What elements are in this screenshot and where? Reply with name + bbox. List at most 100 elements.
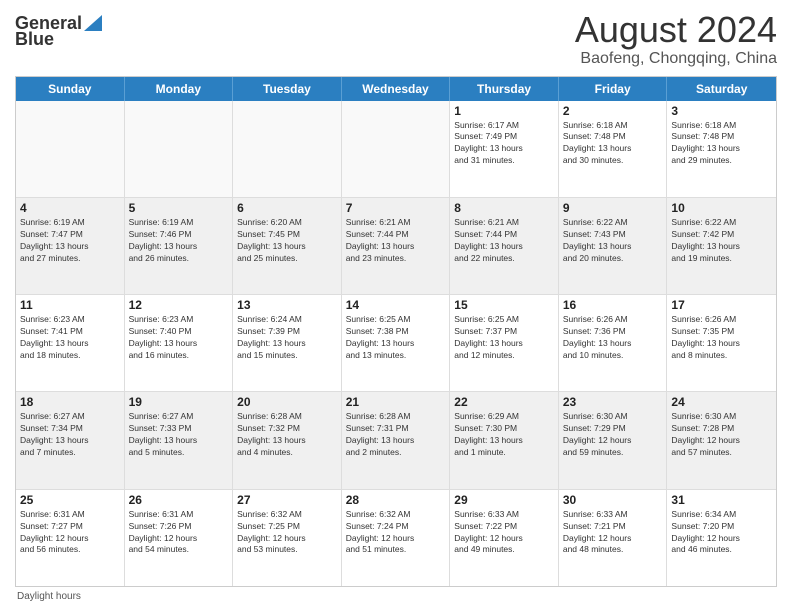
day-number: 17 (671, 298, 772, 312)
day-number: 29 (454, 493, 554, 507)
week-row-2: 4 Sunrise: 6:19 AMSunset: 7:47 PMDaylight… (16, 198, 776, 295)
day-cell-28: 28 Sunrise: 6:32 AMSunset: 7:24 PMDayligh… (342, 490, 451, 586)
calendar: SundayMondayTuesdayWednesdayThursdayFrid… (15, 76, 777, 587)
day-cell-2: 2 Sunrise: 6:18 AMSunset: 7:48 PMDaylight… (559, 101, 668, 197)
day-info: Sunrise: 6:33 AMSunset: 7:21 PMDaylight:… (563, 509, 663, 557)
empty-cell (16, 101, 125, 197)
day-cell-4: 4 Sunrise: 6:19 AMSunset: 7:47 PMDaylight… (16, 198, 125, 294)
day-cell-25: 25 Sunrise: 6:31 AMSunset: 7:27 PMDayligh… (16, 490, 125, 586)
day-cell-24: 24 Sunrise: 6:30 AMSunset: 7:28 PMDayligh… (667, 392, 776, 488)
day-number: 31 (671, 493, 772, 507)
day-info: Sunrise: 6:20 AMSunset: 7:45 PMDaylight:… (237, 217, 337, 265)
day-info: Sunrise: 6:32 AMSunset: 7:25 PMDaylight:… (237, 509, 337, 557)
header-day-tuesday: Tuesday (233, 77, 342, 101)
day-cell-22: 22Sunrise: 6:29 AMSunset: 7:30 PMDayligh… (450, 392, 559, 488)
day-number: 28 (346, 493, 446, 507)
day-info: Sunrise: 6:18 AMSunset: 7:48 PMDaylight:… (671, 120, 772, 168)
day-cell-27: 27 Sunrise: 6:32 AMSunset: 7:25 PMDayligh… (233, 490, 342, 586)
day-info: Sunrise: 6:22 AMSunset: 7:43 PMDaylight:… (563, 217, 663, 265)
day-info: Sunrise: 6:30 AMSunset: 7:29 PMDaylight:… (563, 411, 663, 459)
day-number: 3 (671, 104, 772, 118)
day-cell-15: 15 Sunrise: 6:25 AMSunset: 7:37 PMDayligh… (450, 295, 559, 391)
day-number: 2 (563, 104, 663, 118)
header-day-sunday: Sunday (16, 77, 125, 101)
day-number: 8 (454, 201, 554, 215)
header-day-monday: Monday (125, 77, 234, 101)
day-cell-30: 30Sunrise: 6:33 AMSunset: 7:21 PMDayligh… (559, 490, 668, 586)
day-cell-5: 5 Sunrise: 6:19 AMSunset: 7:46 PMDaylight… (125, 198, 234, 294)
day-info: Sunrise: 6:22 AMSunset: 7:42 PMDaylight:… (671, 217, 772, 265)
day-info: Sunrise: 6:19 AMSunset: 7:46 PMDaylight:… (129, 217, 229, 265)
header-day-wednesday: Wednesday (342, 77, 451, 101)
day-info: Sunrise: 6:26 AMSunset: 7:35 PMDaylight:… (671, 314, 772, 362)
day-cell-12: 12 Sunrise: 6:23 AMSunset: 7:40 PMDayligh… (125, 295, 234, 391)
day-info: Sunrise: 6:28 AMSunset: 7:32 PMDaylight:… (237, 411, 337, 459)
day-cell-10: 10 Sunrise: 6:22 AMSunset: 7:42 PMDayligh… (667, 198, 776, 294)
day-number: 4 (20, 201, 120, 215)
day-cell-16: 16 Sunrise: 6:26 AMSunset: 7:36 PMDayligh… (559, 295, 668, 391)
day-cell-9: 9 Sunrise: 6:22 AMSunset: 7:43 PMDaylight… (559, 198, 668, 294)
header-day-saturday: Saturday (667, 77, 776, 101)
day-info: Sunrise: 6:23 AMSunset: 7:41 PMDaylight:… (20, 314, 120, 362)
day-number: 18 (20, 395, 120, 409)
day-info: Sunrise: 6:24 AMSunset: 7:39 PMDaylight:… (237, 314, 337, 362)
header-day-friday: Friday (559, 77, 668, 101)
day-number: 24 (671, 395, 772, 409)
header-day-thursday: Thursday (450, 77, 559, 101)
empty-cell (233, 101, 342, 197)
day-info: Sunrise: 6:18 AMSunset: 7:48 PMDaylight:… (563, 120, 663, 168)
day-number: 7 (346, 201, 446, 215)
day-cell-20: 20Sunrise: 6:28 AMSunset: 7:32 PMDayligh… (233, 392, 342, 488)
logo-icon (84, 13, 102, 31)
day-info: Sunrise: 6:25 AMSunset: 7:37 PMDaylight:… (454, 314, 554, 362)
day-info: Sunrise: 6:23 AMSunset: 7:40 PMDaylight:… (129, 314, 229, 362)
day-number: 5 (129, 201, 229, 215)
day-cell-6: 6 Sunrise: 6:20 AMSunset: 7:45 PMDaylight… (233, 198, 342, 294)
day-cell-29: 29Sunrise: 6:33 AMSunset: 7:22 PMDayligh… (450, 490, 559, 586)
empty-cell (342, 101, 451, 197)
day-info: Sunrise: 6:27 AMSunset: 7:34 PMDaylight:… (20, 411, 120, 459)
day-number: 10 (671, 201, 772, 215)
day-number: 9 (563, 201, 663, 215)
day-info: Sunrise: 6:32 AMSunset: 7:24 PMDaylight:… (346, 509, 446, 557)
day-number: 12 (129, 298, 229, 312)
day-cell-11: 11 Sunrise: 6:23 AMSunset: 7:41 PMDayligh… (16, 295, 125, 391)
day-info: Sunrise: 6:31 AMSunset: 7:27 PMDaylight:… (20, 509, 120, 557)
week-row-5: 25 Sunrise: 6:31 AMSunset: 7:27 PMDayligh… (16, 490, 776, 586)
day-number: 6 (237, 201, 337, 215)
empty-cell (125, 101, 234, 197)
footer-note: Daylight hours (15, 591, 777, 602)
page: General Blue August 2024 Baofeng, Chongq… (0, 0, 792, 612)
calendar-body: 1 Sunrise: 6:17 AMSunset: 7:49 PMDaylight… (16, 101, 776, 586)
day-number: 16 (563, 298, 663, 312)
day-number: 25 (20, 493, 120, 507)
day-cell-21: 21Sunrise: 6:28 AMSunset: 7:31 PMDayligh… (342, 392, 451, 488)
week-row-4: 18 Sunrise: 6:27 AMSunset: 7:34 PMDayligh… (16, 392, 776, 489)
day-cell-14: 14Sunrise: 6:25 AMSunset: 7:38 PMDayligh… (342, 295, 451, 391)
day-number: 14 (346, 298, 446, 312)
day-cell-26: 26Sunrise: 6:31 AMSunset: 7:26 PMDayligh… (125, 490, 234, 586)
day-cell-7: 7 Sunrise: 6:21 AMSunset: 7:44 PMDaylight… (342, 198, 451, 294)
week-row-3: 11 Sunrise: 6:23 AMSunset: 7:41 PMDayligh… (16, 295, 776, 392)
day-cell-18: 18 Sunrise: 6:27 AMSunset: 7:34 PMDayligh… (16, 392, 125, 488)
daylight-label: Daylight hours (17, 591, 81, 602)
day-number: 15 (454, 298, 554, 312)
day-number: 27 (237, 493, 337, 507)
day-cell-31: 31Sunrise: 6:34 AMSunset: 7:20 PMDayligh… (667, 490, 776, 586)
day-cell-17: 17 Sunrise: 6:26 AMSunset: 7:35 PMDayligh… (667, 295, 776, 391)
day-info: Sunrise: 6:21 AMSunset: 7:44 PMDaylight:… (346, 217, 446, 265)
day-number: 1 (454, 104, 554, 118)
logo: General Blue (15, 14, 102, 50)
day-number: 22 (454, 395, 554, 409)
day-info: Sunrise: 6:30 AMSunset: 7:28 PMDaylight:… (671, 411, 772, 459)
day-info: Sunrise: 6:17 AMSunset: 7:49 PMDaylight:… (454, 120, 554, 168)
day-info: Sunrise: 6:19 AMSunset: 7:47 PMDaylight:… (20, 217, 120, 265)
header: General Blue August 2024 Baofeng, Chongq… (15, 10, 777, 68)
month-title: August 2024 (575, 10, 777, 50)
day-info: Sunrise: 6:26 AMSunset: 7:36 PMDaylight:… (563, 314, 663, 362)
day-number: 11 (20, 298, 120, 312)
day-cell-13: 13Sunrise: 6:24 AMSunset: 7:39 PMDayligh… (233, 295, 342, 391)
day-number: 26 (129, 493, 229, 507)
day-cell-23: 23Sunrise: 6:30 AMSunset: 7:29 PMDayligh… (559, 392, 668, 488)
day-number: 21 (346, 395, 446, 409)
